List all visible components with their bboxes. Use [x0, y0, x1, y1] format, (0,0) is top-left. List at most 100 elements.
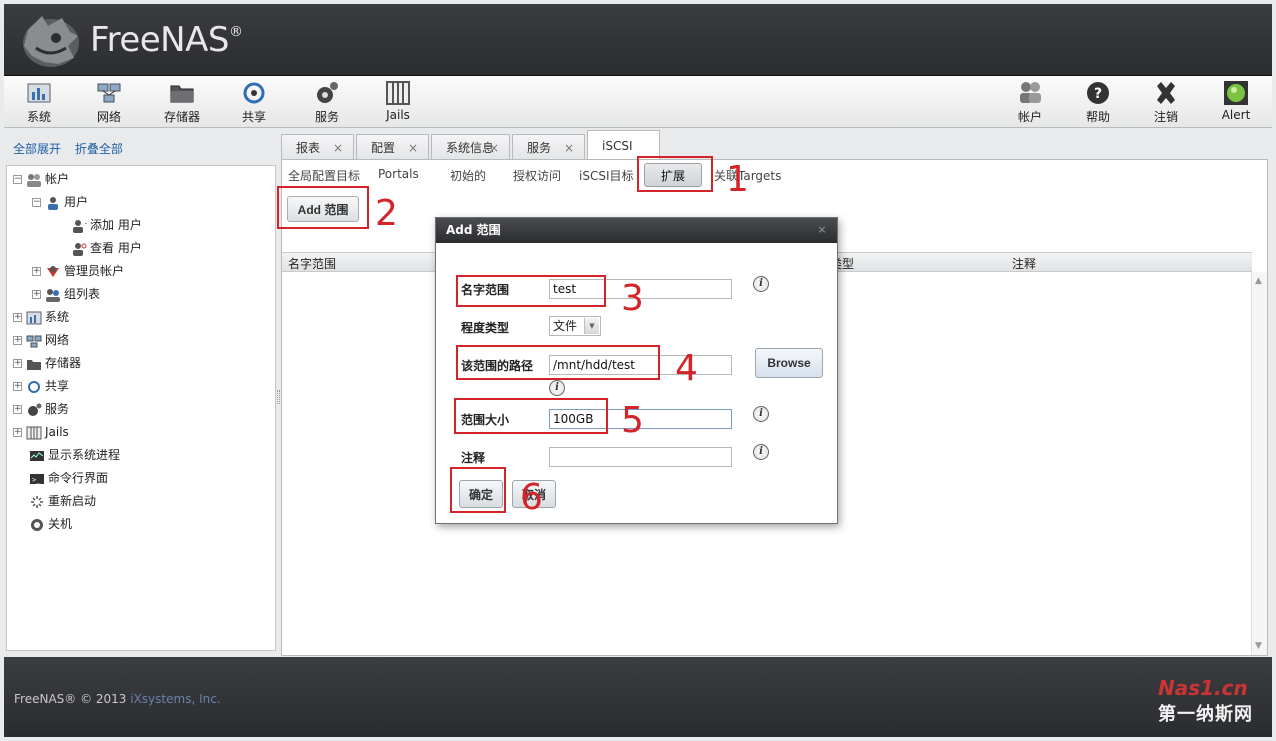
extent-type-label: 程度类型	[461, 321, 510, 335]
services-icon	[317, 82, 338, 103]
user-icon	[48, 196, 58, 210]
tree-item-network[interactable]: + 网络	[13, 330, 69, 350]
annotation-box	[637, 156, 713, 192]
collapse-icon[interactable]: −	[32, 198, 41, 207]
system-icon	[26, 311, 42, 324]
subtab-targets[interactable]: iSCSI目标	[579, 167, 634, 184]
expand-icon[interactable]: +	[13, 359, 22, 368]
collapse-icon[interactable]: −	[13, 175, 22, 184]
app-header: FreeNAS®	[4, 4, 1272, 76]
tree-item-processes[interactable]: 显示系统进程	[29, 445, 120, 465]
tree-item-groups[interactable]: + 组列表	[32, 284, 100, 304]
shell-icon: >_	[30, 473, 44, 484]
annotation-box	[454, 398, 608, 434]
tree-item-add-user[interactable]: +添加 用户	[71, 215, 142, 235]
toolbar-storage-button[interactable]: 存储器	[152, 80, 212, 125]
expand-icon[interactable]: +	[13, 405, 22, 414]
close-icon[interactable]: ×	[408, 135, 418, 161]
toolbar-system-button[interactable]: 系统	[9, 80, 69, 125]
tree-item-sharing[interactable]: + 共享	[13, 376, 69, 396]
vertical-scrollbar[interactable]: ▲ ▼	[1251, 272, 1267, 655]
company-link[interactable]: iXsystems, Inc.	[130, 692, 220, 706]
process-icon	[30, 450, 44, 461]
tab-reports[interactable]: 报表 ×	[281, 134, 354, 160]
tree-item-accounts[interactable]: − 帐户	[13, 169, 69, 189]
info-icon[interactable]: i	[549, 380, 565, 396]
expand-icon[interactable]: +	[13, 336, 22, 345]
column-header-extent-name[interactable]: 名字范围	[288, 255, 336, 272]
info-icon[interactable]: i	[753, 276, 769, 292]
storage-icon	[27, 359, 41, 370]
tree-item-shell[interactable]: >_ 命令行界面	[29, 468, 108, 488]
expand-icon[interactable]: +	[32, 290, 41, 299]
tree-item-users[interactable]: − 用户	[32, 192, 88, 212]
annotation-box	[450, 467, 506, 513]
toolbar-sharing-button[interactable]: 共享	[224, 80, 284, 125]
toolbar-jails-button[interactable]: Jails	[368, 80, 428, 122]
toolbar-services-button[interactable]: 服务	[297, 80, 357, 125]
panel-splitter-handle[interactable]	[277, 390, 280, 404]
accounts-icon	[27, 173, 41, 187]
tree-item-admin-account[interactable]: + 管理员帐户	[32, 261, 124, 281]
toolbar-network-button[interactable]: 网络	[79, 80, 139, 125]
extent-type-select[interactable]: 文件 ▼	[549, 316, 601, 336]
toolbar-logout-button[interactable]: 注销	[1136, 80, 1196, 125]
annotation-box	[456, 345, 660, 380]
tab-system-info[interactable]: 系统信息 ×	[431, 134, 510, 160]
expand-all-link[interactable]: 全部展开	[13, 142, 61, 156]
expand-icon[interactable]: +	[13, 382, 22, 391]
site-watermark: Nas1.cn 第一纳斯网	[1158, 676, 1253, 725]
collapse-all-link[interactable]: 折叠全部	[75, 142, 123, 156]
annotation-box	[456, 275, 606, 307]
svg-text:+: +	[84, 219, 87, 228]
tree-item-services[interactable]: + 服务	[13, 399, 69, 419]
annotation-number: 3	[621, 278, 644, 319]
annotation-number: 2	[375, 193, 398, 234]
browse-button[interactable]: Browse	[755, 348, 823, 378]
comment-label: 注释	[461, 451, 486, 465]
network-icon	[26, 335, 42, 347]
tree-item-shutdown[interactable]: 关机	[29, 514, 72, 534]
chevron-down-icon[interactable]: ▼	[584, 318, 599, 334]
iscsi-subtabs: 全局配置目标 Portals 初始的 授权访问 iSCSI目标 扩展 关联Tar…	[282, 160, 1267, 188]
scroll-down-icon[interactable]: ▼	[1255, 641, 1262, 651]
expand-icon[interactable]: +	[13, 428, 22, 437]
storage-icon	[170, 85, 194, 103]
subtab-auth-access[interactable]: 授权访问	[513, 167, 561, 184]
info-icon[interactable]: i	[753, 444, 769, 460]
alert-icon	[1224, 81, 1248, 105]
annotation-number: 6	[520, 477, 543, 518]
annotation-number: 1	[726, 159, 749, 200]
toolbar-account-button[interactable]: 帐户	[1000, 80, 1060, 125]
group-icon	[46, 288, 60, 302]
close-icon[interactable]: ×	[333, 135, 343, 161]
freenas-logo-icon	[23, 16, 79, 67]
dialog-close-icon[interactable]: ×	[815, 223, 829, 237]
navigation-tree: −帐户 −用户 +添加 用户 查看 用户 +管理员帐户 +组列表 +系统 +网络…	[6, 165, 276, 651]
tree-item-view-user[interactable]: 查看 用户	[71, 238, 142, 258]
expand-icon[interactable]: +	[32, 267, 41, 276]
toolbar-alert-button[interactable]: Alert	[1206, 80, 1266, 122]
sharing-icon	[28, 380, 40, 393]
tree-item-reboot[interactable]: 重新启动	[29, 491, 96, 511]
tab-services[interactable]: 服务 ×	[512, 134, 585, 160]
subtab-portals[interactable]: Portals	[378, 167, 419, 181]
subtab-global-config[interactable]: 全局配置目标	[288, 167, 360, 184]
tree-item-system[interactable]: + 系统	[13, 307, 69, 327]
account-icon	[1020, 82, 1041, 103]
expand-icon[interactable]: +	[13, 313, 22, 322]
admin-icon	[47, 265, 59, 277]
tree-item-jails[interactable]: + Jails	[13, 422, 69, 442]
app-footer: FreeNAS® © 2013 iXsystems, Inc.	[4, 657, 1272, 737]
subtab-initiators[interactable]: 初始的	[450, 167, 486, 184]
info-icon[interactable]: i	[753, 406, 769, 422]
scroll-up-icon[interactable]: ▲	[1255, 276, 1262, 286]
toolbar-help-button[interactable]: ? 帮助	[1068, 80, 1128, 125]
tree-item-storage[interactable]: + 存储器	[13, 353, 81, 373]
close-icon[interactable]: ×	[489, 135, 499, 161]
comment-input[interactable]	[549, 447, 732, 467]
close-icon[interactable]: ×	[564, 135, 574, 161]
column-header-comment[interactable]: 注释	[1012, 255, 1036, 272]
tab-settings[interactable]: 配置 ×	[356, 134, 429, 160]
view-user-icon	[73, 242, 87, 256]
